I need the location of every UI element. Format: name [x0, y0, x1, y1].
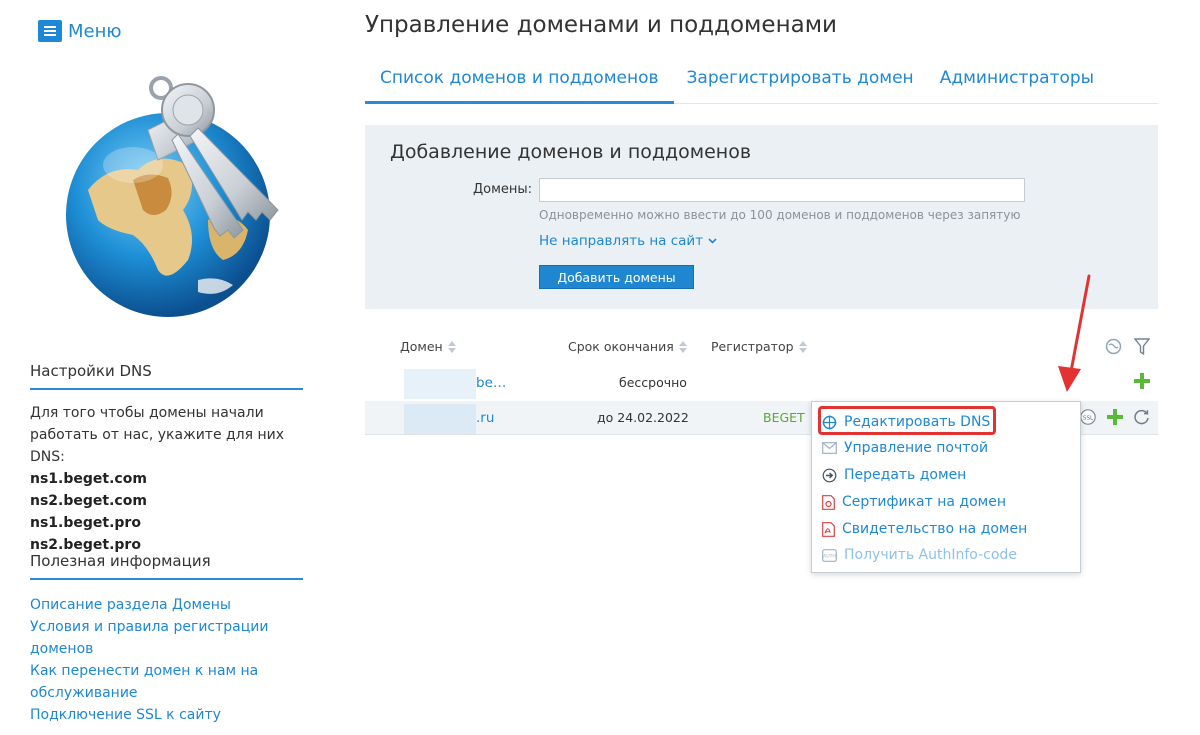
refresh-icon[interactable]	[1133, 408, 1150, 425]
menu-button[interactable]: Меню	[38, 20, 122, 42]
domains-hint: Одновременно можно ввести до 100 доменов…	[539, 208, 1021, 222]
sort-icon	[447, 340, 456, 353]
link-ssl[interactable]: Подключение SSL к сайту	[30, 704, 303, 726]
menu-label: Меню	[68, 20, 122, 42]
sort-icon	[678, 340, 687, 353]
menu-item-transfer[interactable]: Передать домен	[822, 465, 966, 485]
domain-link[interactable]: .ru	[476, 410, 494, 426]
menu-item-mail[interactable]: Управление почтой	[822, 438, 988, 458]
filter-icon[interactable]	[1134, 338, 1150, 355]
dns-settings-title: Настройки DNS	[30, 362, 303, 390]
ssl-icon[interactable]: SSL	[1079, 408, 1097, 425]
dns-settings-section: Настройки DNS Для того чтобы домены нача…	[30, 362, 303, 556]
svg-text:SSL: SSL	[1083, 415, 1094, 421]
page-title: Управление доменами и поддоменами	[365, 12, 837, 38]
tab-domain-list[interactable]: Список доменов и поддоменов	[365, 58, 674, 104]
dns-settings-text: Для того чтобы домены начали работать от…	[30, 405, 285, 465]
column-registrar-label: Регистратор	[711, 339, 794, 354]
domain-actions-menu: Редактировать DNS Управление почтой Пере…	[811, 401, 1081, 573]
redirect-label: Не направлять на сайт	[539, 233, 704, 249]
domains-input[interactable]	[539, 178, 1025, 202]
tabs: Список доменов и поддоменов Зарегистриро…	[365, 58, 1158, 104]
link-registration-rules[interactable]: Условия и правила регистрации доменов	[30, 616, 303, 660]
menu-item-edit-dns[interactable]: Редактировать DNS	[822, 412, 990, 432]
add-domains-title: Добавление доменов и поддоменов	[390, 141, 752, 163]
dns-icon	[822, 415, 837, 429]
auth-icon: AUTH	[822, 548, 837, 562]
mail-icon	[822, 442, 837, 454]
sort-icon	[798, 340, 807, 353]
expiry-date: бессрочно	[619, 375, 687, 390]
pdf-icon	[822, 521, 835, 537]
domain-link[interactable]: be…	[476, 375, 506, 391]
useful-info-section: Полезная информация Описание раздела Дом…	[30, 552, 303, 726]
tab-administrators[interactable]: Администраторы	[927, 58, 1107, 104]
column-registrar[interactable]: Регистратор	[711, 339, 807, 354]
column-expiry[interactable]: Срок окончания	[568, 339, 687, 354]
nameserver-3: ns1.beget.pro	[30, 515, 141, 531]
tab-register-domain[interactable]: Зарегистрировать домен	[674, 58, 927, 104]
add-domains-button[interactable]: Добавить домены	[539, 265, 694, 289]
add-subdomain-icon[interactable]	[1134, 373, 1150, 389]
domains-label: Домены:	[473, 182, 533, 197]
annotation-arrow	[1058, 274, 1091, 392]
globe-keys-illustration	[66, 76, 279, 317]
add-subdomain-icon[interactable]	[1107, 408, 1123, 425]
certificate-icon	[822, 494, 835, 510]
redacted-area	[404, 369, 476, 399]
useful-info-title: Полезная информация	[30, 552, 303, 580]
link-transfer-domain[interactable]: Как перенести домен к нам на обслуживани…	[30, 660, 303, 704]
column-domain[interactable]: Домен	[400, 339, 456, 354]
registrar-name: BEGET	[763, 410, 805, 425]
redirect-dropdown[interactable]: Не направлять на сайт	[539, 233, 717, 249]
chevron-down-icon	[708, 238, 717, 244]
link-domains-description[interactable]: Описание раздела Домены	[30, 594, 303, 616]
column-domain-label: Домен	[400, 339, 443, 354]
column-expiry-label: Срок окончания	[568, 339, 674, 354]
hamburger-icon	[38, 20, 62, 42]
nameserver-2: ns2.beget.com	[30, 493, 147, 509]
redacted-area	[404, 404, 476, 434]
globe-icon[interactable]	[1105, 338, 1122, 355]
nameserver-1: ns1.beget.com	[30, 471, 147, 487]
expiry-date: до 24.02.2022	[597, 410, 689, 425]
transfer-icon	[822, 468, 837, 482]
menu-item-registration-proof[interactable]: Свидетельство на домен	[822, 519, 1027, 539]
svg-text:AUTH: AUTH	[823, 553, 836, 559]
menu-item-certificate[interactable]: Сертификат на домен	[822, 492, 1006, 512]
menu-item-authinfo[interactable]: AUTH Получить AuthInfo-code	[822, 545, 1017, 565]
